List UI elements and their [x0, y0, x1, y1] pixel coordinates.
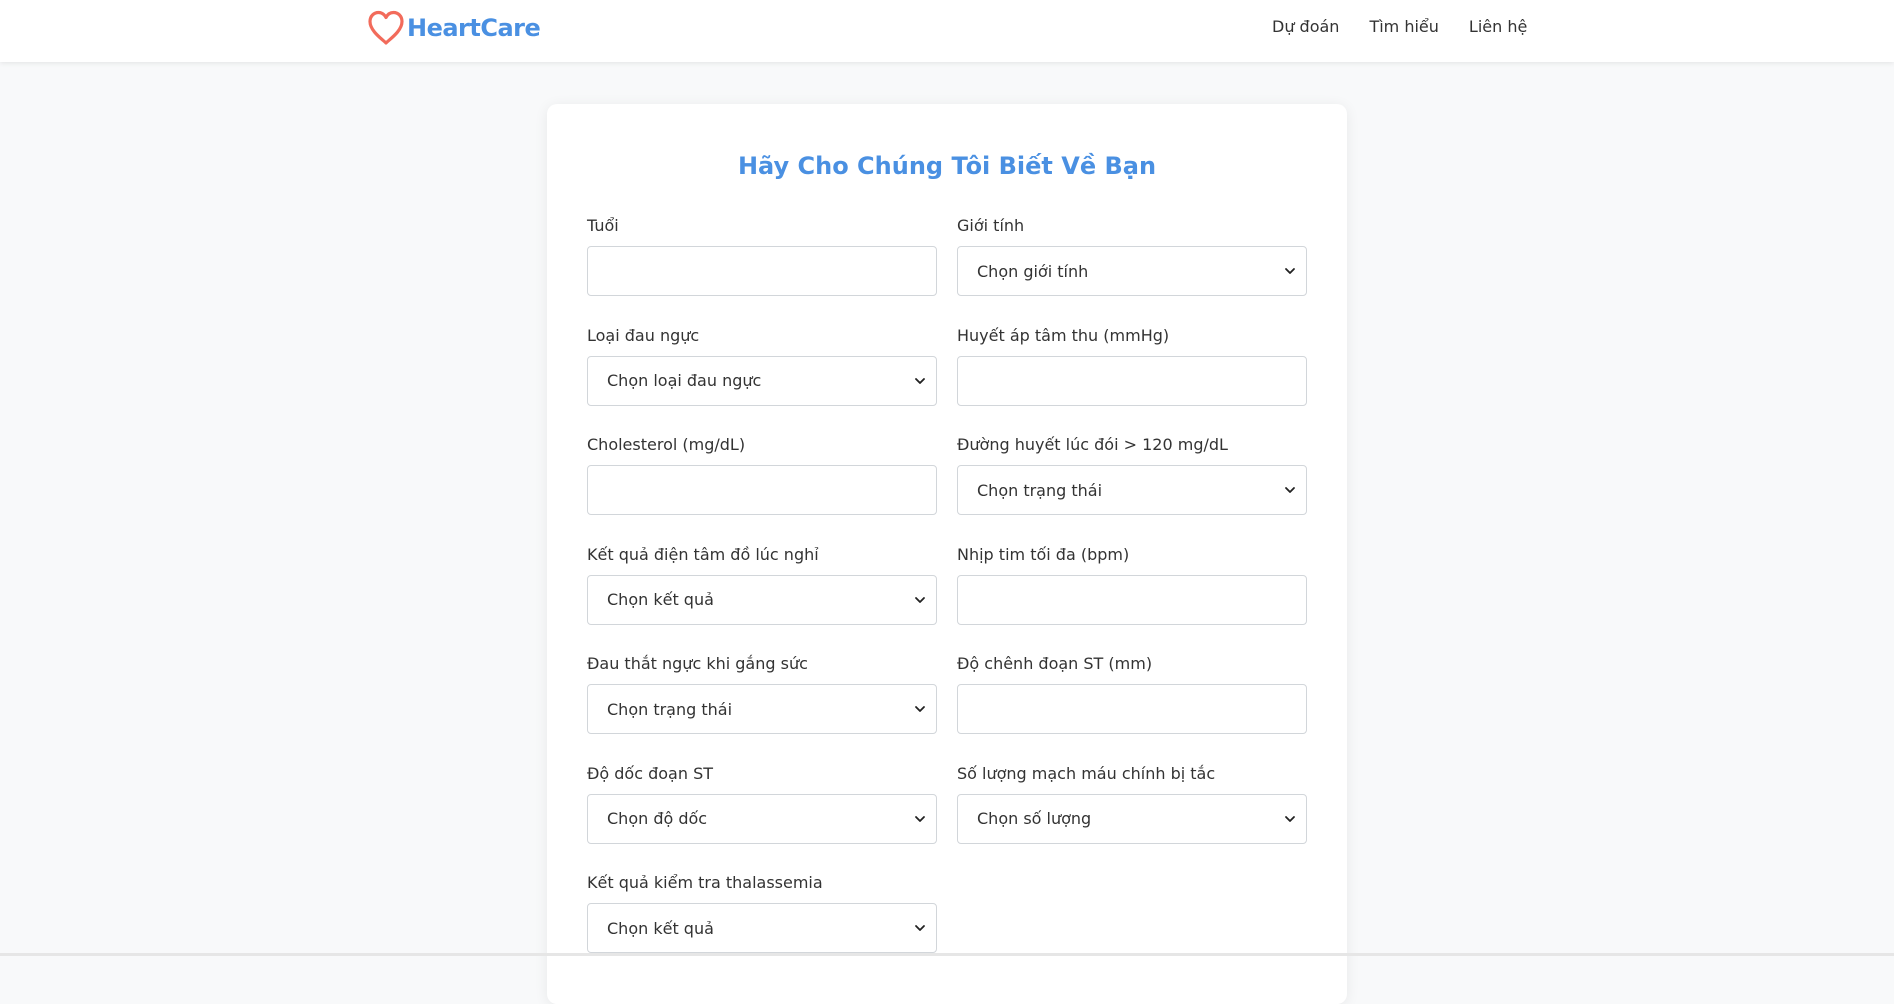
rest-ecg-select-value: Chọn kết quả [607, 590, 714, 609]
chevron-down-icon [915, 377, 925, 384]
field-blood-pressure: Huyết áp tâm thu (mmHg) [957, 324, 1307, 434]
thalassemia-label: Kết quả kiểm tra thalassemia [587, 873, 823, 892]
field-major-vessels: Số lượng mạch máu chính bị tắc Chọn số l… [957, 762, 1307, 872]
prediction-form: Tuổi Giới tính Chọn giới tính Loại đau n… [587, 214, 1307, 981]
sex-select-value: Chọn giới tính [977, 261, 1089, 281]
st-depression-label: Độ chênh đoạn ST (mm) [957, 654, 1153, 673]
exercise-angina-select[interactable]: Chọn trạng thái [587, 684, 937, 734]
age-input[interactable] [587, 246, 937, 296]
field-fasting-sugar: Đường huyết lúc đói > 120 mg/dL Chọn trạ… [957, 433, 1307, 543]
chevron-down-icon [1285, 487, 1295, 493]
field-rest-ecg: Kết quả điện tâm đồ lúc nghỉ Chọn kết qu… [587, 543, 937, 653]
age-label: Tuổi [587, 216, 619, 235]
chevron-down-icon [915, 815, 925, 822]
nav-link-contact[interactable]: Liên hệ [1469, 16, 1527, 38]
field-exercise-angina: Đau thắt ngực khi gắng sức Chọn trạng th… [587, 652, 937, 762]
cholesterol-input[interactable] [587, 465, 937, 515]
max-heart-rate-input[interactable] [957, 574, 1307, 625]
nav-link-predict[interactable]: Dự đoán [1272, 16, 1339, 38]
blood-pressure-label: Huyết áp tâm thu (mmHg) [957, 325, 1170, 345]
field-age: Tuổi [587, 214, 937, 324]
chest-pain-label: Loại đau ngực [587, 325, 700, 345]
sex-select[interactable]: Chọn giới tính [957, 246, 1307, 296]
field-st-depression: Độ chênh đoạn ST (mm) [957, 652, 1307, 762]
heart-outline-icon [367, 10, 405, 46]
form-card: Hãy Cho Chúng Tôi Biết Về Bạn Tuổi Giới … [547, 104, 1347, 1004]
field-chest-pain: Loại đau ngực Chọn loại đau ngực [587, 324, 937, 434]
chevron-down-icon [915, 925, 925, 931]
chevron-down-icon [1285, 268, 1295, 274]
field-max-heart-rate: Nhịp tim tối đa (bpm) [957, 543, 1307, 653]
nav-link-learn[interactable]: Tìm hiểu [1369, 16, 1438, 38]
blood-pressure-input[interactable] [957, 355, 1307, 406]
fasting-sugar-select-value: Chọn trạng thái [977, 480, 1103, 500]
fasting-sugar-select[interactable]: Chọn trạng thái [957, 465, 1307, 515]
max-heart-rate-label: Nhịp tim tối đa (bpm) [957, 544, 1130, 564]
thalassemia-select[interactable]: Chọn kết quả [587, 903, 937, 953]
chevron-down-icon [915, 596, 925, 603]
field-thalassemia: Kết quả kiểm tra thalassemia Chọn kết qu… [587, 871, 937, 981]
chest-pain-select[interactable]: Chọn loại đau ngực [587, 355, 937, 406]
chevron-down-icon [1285, 815, 1295, 822]
field-cholesterol: Cholesterol (mg/dL) [587, 433, 937, 543]
brand-name: HeartCare [407, 14, 541, 42]
thalassemia-select-value: Chọn kết quả [607, 918, 714, 938]
st-depression-input[interactable] [957, 684, 1307, 734]
st-slope-label: Độ dốc đoạn ST [587, 763, 714, 783]
cholesterol-label: Cholesterol (mg/dL) [587, 435, 746, 454]
major-vessels-select-value: Chọn số lượng [977, 809, 1092, 828]
exercise-angina-select-value: Chọn trạng thái [607, 699, 733, 719]
major-vessels-label: Số lượng mạch máu chính bị tắc [957, 763, 1216, 783]
chevron-down-icon [915, 706, 925, 712]
st-slope-select[interactable]: Chọn độ dốc [587, 793, 937, 844]
form-title: Hãy Cho Chúng Tôi Biết Về Bạn [737, 152, 1157, 180]
st-slope-select-value: Chọn độ dốc [607, 809, 708, 828]
fasting-sugar-label: Đường huyết lúc đói > 120 mg/dL [957, 435, 1228, 454]
field-st-slope: Độ dốc đoạn ST Chọn độ dốc [587, 762, 937, 872]
sex-label: Giới tính [957, 216, 1025, 235]
rest-ecg-label: Kết quả điện tâm đồ lúc nghỉ [587, 544, 819, 564]
rest-ecg-select[interactable]: Chọn kết quả [587, 574, 937, 625]
brand-logo-link[interactable]: HeartCare [367, 9, 541, 47]
nav-links: Dự đoán Tìm hiểu Liên hệ [1272, 16, 1527, 38]
exercise-angina-label: Đau thắt ngực khi gắng sức [587, 654, 808, 673]
field-sex: Giới tính Chọn giới tính [957, 214, 1307, 324]
chest-pain-select-value: Chọn loại đau ngực [607, 371, 762, 390]
navbar: HeartCare Dự đoán Tìm hiểu Liên hệ [0, 0, 1894, 62]
major-vessels-select[interactable]: Chọn số lượng [957, 793, 1307, 844]
